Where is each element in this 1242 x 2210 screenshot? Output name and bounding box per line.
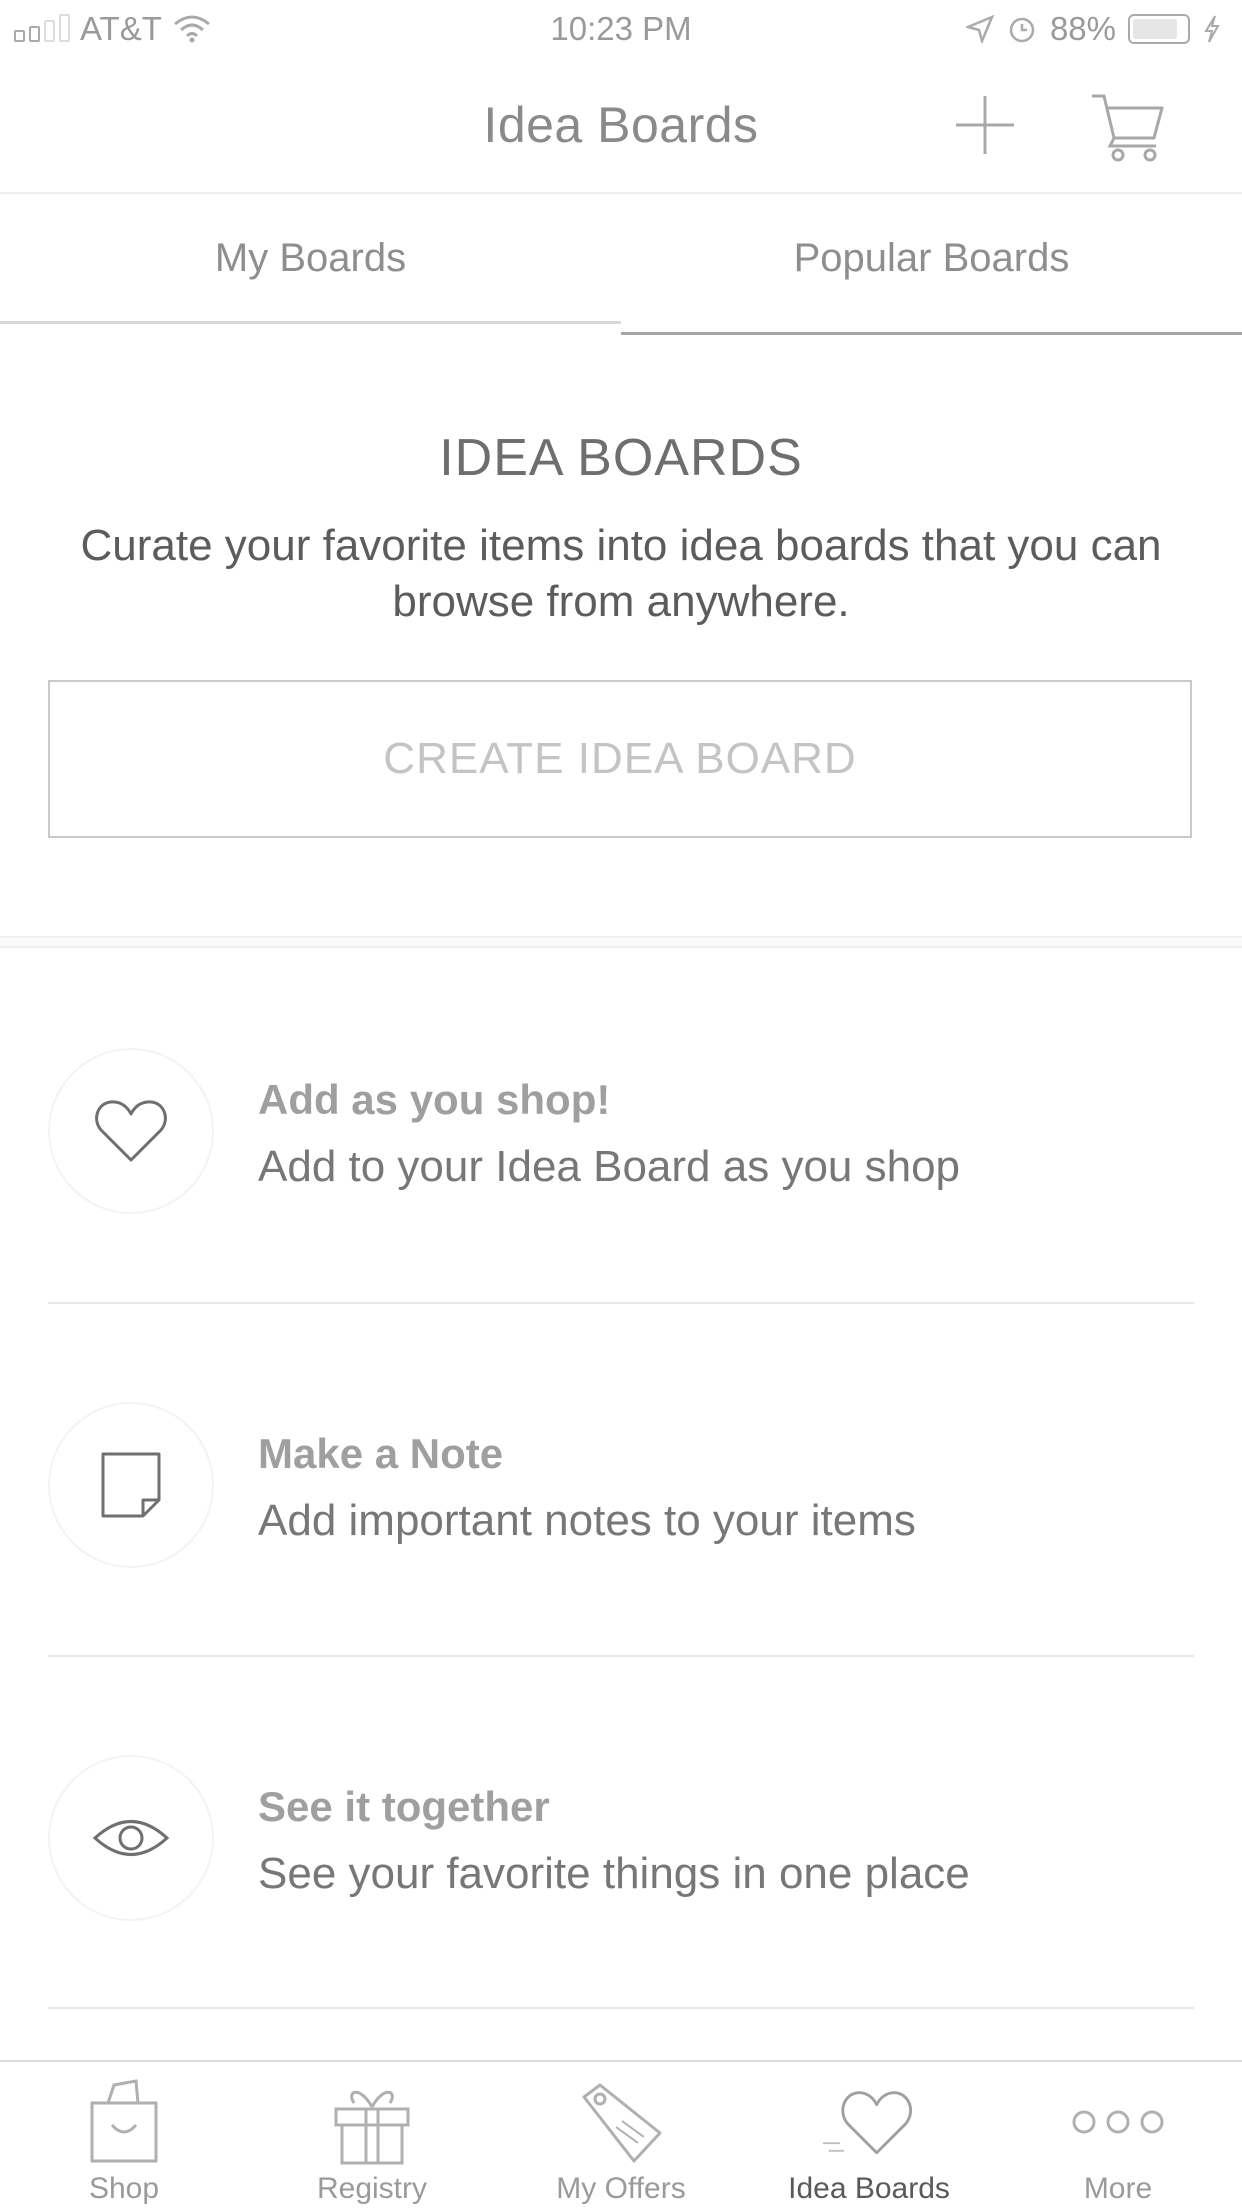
feature-icon-circle (48, 1402, 214, 1568)
tab-bar-item-more[interactable]: More (994, 2062, 1242, 2210)
feature-divider (48, 2007, 1194, 2009)
add-board-button[interactable] (950, 90, 1020, 160)
charging-icon (1204, 15, 1220, 43)
feature-description: See your favorite things in one place (258, 1849, 970, 1898)
bottom-tab-bar: Shop Registry My Offers Idea Boards More (0, 2060, 1242, 2210)
create-idea-board-label: CREATE IDEA BOARD (383, 734, 857, 783)
location-icon (965, 15, 994, 43)
eye-icon (92, 1820, 170, 1856)
shopping-bag-icon (90, 2079, 158, 2163)
feature-title: See it together (258, 1783, 550, 1830)
tab-bar-item-my-offers[interactable]: My Offers (497, 2062, 745, 2210)
tab-bar-label: Shop (88, 2172, 160, 2205)
tab-popular-boards[interactable]: Popular Boards (621, 236, 1242, 281)
plus-icon (956, 96, 1014, 154)
status-right: 88% (965, 10, 1222, 48)
feature-divider (48, 1302, 1194, 1304)
note-icon (101, 1452, 161, 1518)
tab-bar-label: Registry (316, 2172, 428, 2205)
tab-indicator-active (0, 321, 621, 324)
cart-button[interactable] (1088, 88, 1168, 164)
feature-description: Add important notes to your items (258, 1496, 916, 1545)
section-divider (0, 936, 1242, 948)
alarm-icon (1009, 17, 1035, 43)
tab-bar-item-shop[interactable]: Shop (0, 2062, 248, 2210)
more-dots-icon (1072, 2110, 1164, 2134)
battery-percent: 88% (1049, 10, 1116, 47)
tab-bar-item-registry[interactable]: Registry (248, 2062, 496, 2210)
feature-divider (48, 1655, 1194, 1657)
cart-icon (1092, 94, 1164, 162)
intro-title: IDEA BOARDS (439, 429, 803, 487)
tab-bar-label: My Offers (556, 2172, 686, 2205)
feature-make-a-note: Make a Note Add important notes to your … (0, 1354, 1242, 1706)
status-bar: AT&T 10:23 PM 88% (0, 0, 1242, 60)
page-title: Idea Boards (483, 97, 759, 153)
tab-my-boards[interactable]: My Boards (0, 236, 621, 281)
nav-divider (0, 192, 1242, 194)
feature-title: Add as you shop! (258, 1076, 611, 1123)
heart-icon (95, 1100, 167, 1162)
tab-bar-item-idea-boards[interactable]: Idea Boards (745, 2062, 993, 2210)
battery-icon (1128, 14, 1190, 44)
tag-icon (582, 2083, 662, 2163)
intro-description: Curate your favorite items into idea boa… (80, 521, 1162, 626)
tab-bar-label: More (1083, 2172, 1153, 2205)
tab-bar-label: Idea Boards (788, 2172, 950, 2205)
feature-title: Make a Note (258, 1430, 504, 1477)
feature-add-as-you-shop: Add as you shop! Add to your Idea Board … (0, 1000, 1242, 1352)
heart-icon (822, 2091, 912, 2155)
feature-description: Add to your Idea Board as you shop (258, 1142, 961, 1191)
feature-icon-circle (48, 1048, 214, 1214)
tab-underline (621, 332, 1242, 335)
feature-icon-circle (48, 1755, 214, 1921)
create-idea-board-button[interactable]: CREATE IDEA BOARD (48, 680, 1192, 838)
gift-icon (334, 2090, 410, 2165)
